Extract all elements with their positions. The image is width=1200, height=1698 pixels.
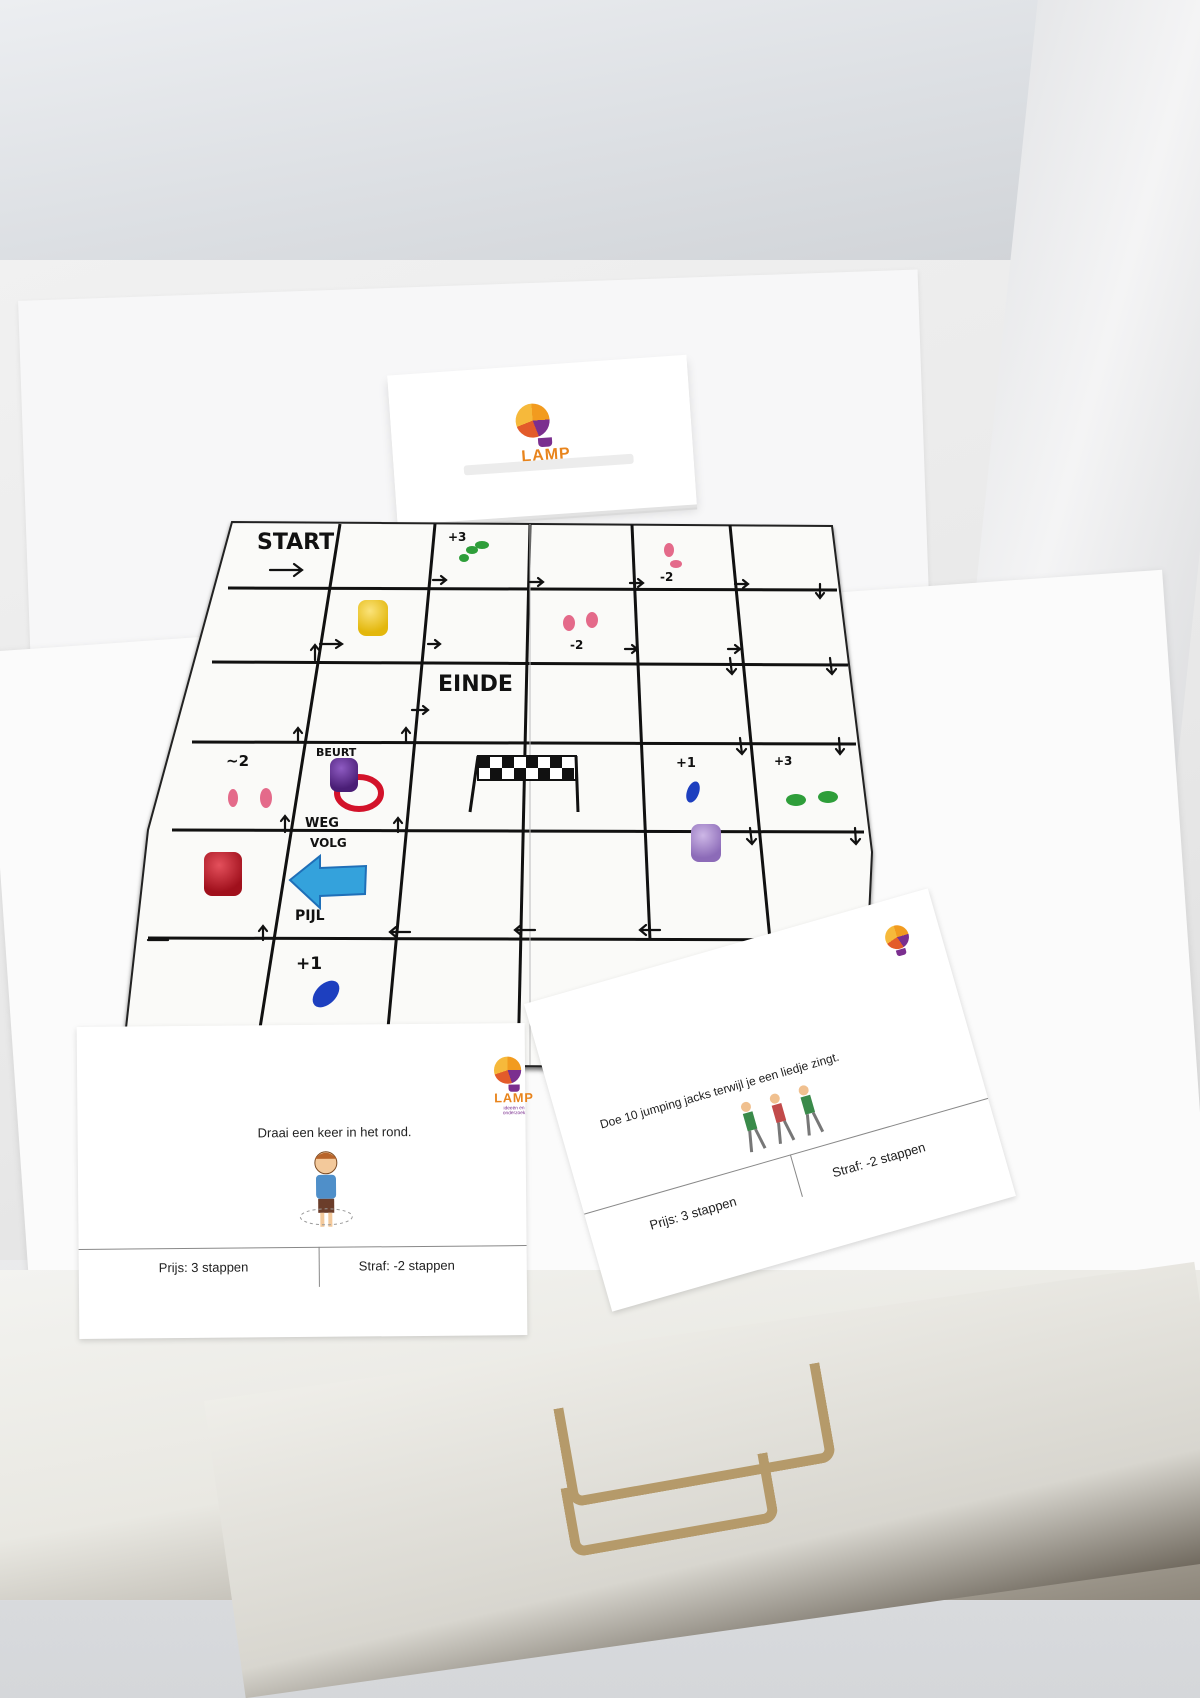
- card-divider: [790, 1154, 803, 1197]
- penalty-label: ~2: [226, 752, 249, 770]
- card-instruction: Draai een keer in het rond.: [258, 1124, 412, 1140]
- purple-pawn[interactable]: [330, 758, 358, 792]
- card-deck[interactable]: LAMP ideeën en onderzoek: [387, 355, 697, 526]
- finish-label: EINDE: [438, 672, 513, 697]
- penalty-label: -2: [660, 570, 673, 584]
- logo-text: LAMP: [494, 1092, 534, 1107]
- task-card-left[interactable]: LAMP ideeën en onderzoek Draai een keer …: [77, 1023, 528, 1339]
- follow-label-2: VOLG: [310, 836, 347, 850]
- penalty-label: -2: [570, 638, 583, 652]
- follow-label-1: WEG: [305, 816, 339, 831]
- bonus-label: +3: [774, 754, 792, 768]
- spinning-child-icon: [296, 1147, 357, 1238]
- card-divider: [79, 1245, 527, 1250]
- start-label: START: [257, 530, 334, 555]
- lightbulb-icon: [882, 922, 911, 951]
- card-penalty: Straf: -2 stappen: [359, 1258, 455, 1274]
- lamp-logo: LAMP ideeën en onderzoek: [494, 1056, 534, 1116]
- bonus-label: +1: [676, 756, 696, 771]
- card-divider: [319, 1247, 320, 1287]
- yellow-pawn[interactable]: [358, 600, 388, 636]
- arrow-label: PIJL: [295, 908, 325, 924]
- card-prize: Prijs: 3 stappen: [159, 1259, 249, 1275]
- lilac-pawn[interactable]: [691, 824, 721, 862]
- lamp-logo: [882, 922, 913, 958]
- lightbulb-icon: [494, 1056, 521, 1083]
- card-penalty: Straf: -2 stappen: [831, 1139, 928, 1180]
- bonus-label: +3: [448, 530, 466, 544]
- bonus-label: +1: [296, 954, 322, 974]
- card-prize: Prijs: 3 stappen: [648, 1194, 738, 1233]
- logo-subtitle: ideeën en onderzoek: [494, 1106, 534, 1116]
- lightbulb-icon: [514, 402, 550, 438]
- red-pawn[interactable]: [204, 852, 242, 896]
